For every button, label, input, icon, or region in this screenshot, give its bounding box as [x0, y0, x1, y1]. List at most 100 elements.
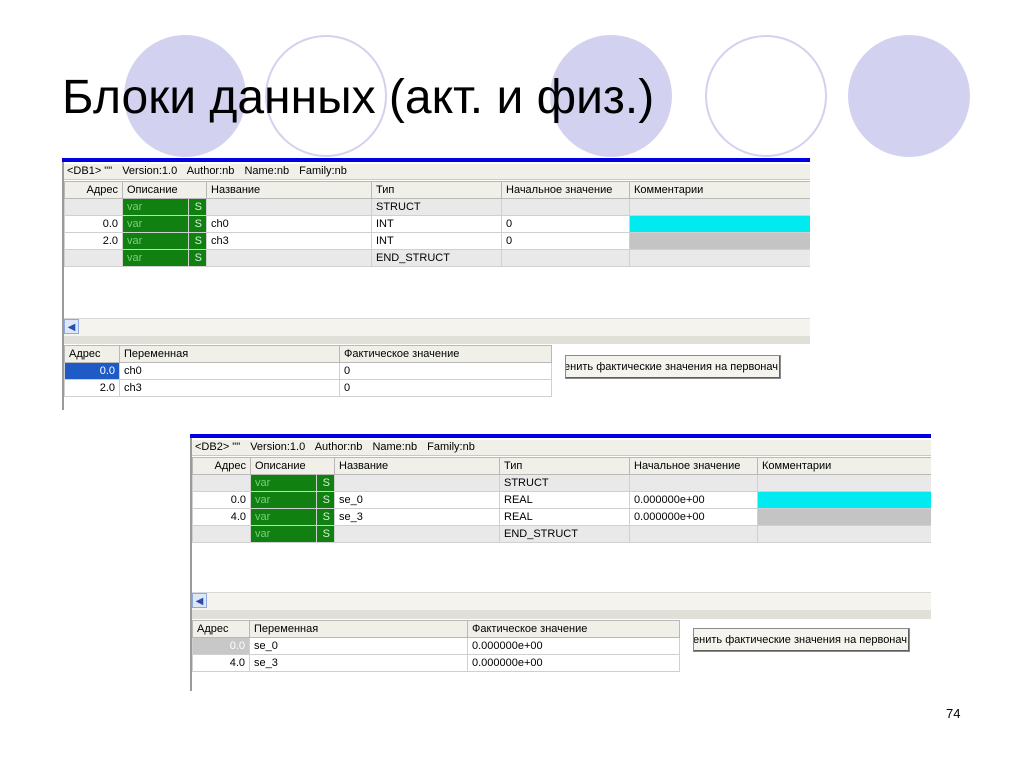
- description-s-cell[interactable]: S: [188, 215, 207, 233]
- actual-value-cell[interactable]: 0.000000e+00: [467, 637, 680, 655]
- table-row[interactable]: 0.0 var S se_0 REAL 0.000000e+00: [192, 491, 931, 509]
- comment-cell[interactable]: [757, 491, 931, 509]
- column-header-type[interactable]: Тип: [499, 457, 630, 475]
- table-row[interactable]: var S END_STRUCT: [64, 249, 810, 267]
- address-cell[interactable]: 2.0: [64, 232, 123, 250]
- name-cell[interactable]: [206, 249, 372, 267]
- actual-value-cell[interactable]: 0: [339, 379, 552, 397]
- comment-cell[interactable]: [629, 232, 810, 250]
- apply-actual-values-button[interactable]: Применить фактические значения на первон…: [693, 628, 910, 652]
- address-cell[interactable]: [192, 525, 251, 543]
- column-header-type[interactable]: Тип: [371, 181, 502, 199]
- column-header-name[interactable]: Название: [206, 181, 372, 199]
- column-header-initial-value[interactable]: Начальное значение: [501, 181, 630, 199]
- address-cell[interactable]: 0.0: [192, 491, 251, 509]
- column-header-initial-value[interactable]: Начальное значение: [629, 457, 758, 475]
- name-cell[interactable]: ch0: [206, 215, 372, 233]
- initial-value-cell[interactable]: [629, 525, 758, 543]
- name-cell[interactable]: ch3: [206, 232, 372, 250]
- type-cell[interactable]: INT: [371, 215, 502, 233]
- table-row[interactable]: 0.0 se_0 0.000000e+00: [192, 637, 680, 655]
- name-cell[interactable]: [206, 198, 372, 216]
- apply-actual-values-button[interactable]: Применить фактические значения на первон…: [565, 355, 781, 379]
- description-var-cell[interactable]: var: [250, 525, 317, 543]
- type-cell[interactable]: STRUCT: [499, 474, 630, 492]
- name-cell[interactable]: [334, 474, 500, 492]
- address-cell[interactable]: 0.0: [64, 215, 123, 233]
- column-header-address[interactable]: Адрес: [192, 457, 251, 475]
- initial-value-cell[interactable]: [501, 198, 630, 216]
- description-s-cell[interactable]: S: [188, 249, 207, 267]
- address-cell[interactable]: 4.0: [192, 508, 251, 526]
- actual-value-cell[interactable]: 0: [339, 362, 552, 380]
- description-var-cell[interactable]: var: [122, 198, 189, 216]
- type-cell[interactable]: INT: [371, 232, 502, 250]
- table-row[interactable]: 4.0 var S se_3 REAL 0.000000e+00: [192, 508, 931, 526]
- initial-value-cell[interactable]: [629, 474, 758, 492]
- description-s-cell[interactable]: S: [188, 198, 207, 216]
- table-row[interactable]: 2.0 var S ch3 INT 0: [64, 232, 810, 250]
- table-row[interactable]: var S STRUCT: [64, 198, 810, 216]
- description-s-cell[interactable]: S: [316, 508, 335, 526]
- column-header-actual-value[interactable]: Фактическое значение: [467, 620, 680, 638]
- variable-cell[interactable]: se_0: [249, 637, 468, 655]
- type-cell[interactable]: END_STRUCT: [499, 525, 630, 543]
- address-cell[interactable]: 4.0: [192, 654, 250, 672]
- initial-value-cell[interactable]: 0.000000e+00: [629, 491, 758, 509]
- column-header-name[interactable]: Название: [334, 457, 500, 475]
- description-s-cell[interactable]: S: [316, 474, 335, 492]
- description-var-cell[interactable]: var: [122, 232, 189, 250]
- table-row[interactable]: 2.0 ch3 0: [64, 379, 552, 397]
- comment-cell[interactable]: [629, 198, 810, 216]
- column-header-variable[interactable]: Переменная: [249, 620, 468, 638]
- column-header-address[interactable]: Адрес: [64, 345, 120, 363]
- db2-horizontal-scrollbar[interactable]: ◀: [192, 592, 931, 610]
- type-cell[interactable]: REAL: [499, 508, 630, 526]
- table-row[interactable]: var S STRUCT: [192, 474, 931, 492]
- variable-cell[interactable]: se_3: [249, 654, 468, 672]
- column-header-address[interactable]: Адрес: [192, 620, 250, 638]
- comment-cell[interactable]: [757, 508, 931, 526]
- type-cell[interactable]: REAL: [499, 491, 630, 509]
- column-header-description[interactable]: Описание: [250, 457, 335, 475]
- comment-cell[interactable]: [629, 215, 810, 233]
- table-row[interactable]: var S END_STRUCT: [192, 525, 931, 543]
- table-row[interactable]: 0.0 ch0 0: [64, 362, 552, 380]
- column-header-description[interactable]: Описание: [122, 181, 207, 199]
- address-cell[interactable]: [64, 198, 123, 216]
- column-header-comments[interactable]: Комментарии: [629, 181, 810, 199]
- address-cell[interactable]: [64, 249, 123, 267]
- actual-value-cell[interactable]: 0.000000e+00: [467, 654, 680, 672]
- description-var-cell[interactable]: var: [250, 491, 317, 509]
- initial-value-cell[interactable]: 0: [501, 232, 630, 250]
- initial-value-cell[interactable]: 0.000000e+00: [629, 508, 758, 526]
- comment-cell[interactable]: [629, 249, 810, 267]
- description-var-cell[interactable]: var: [122, 215, 189, 233]
- column-header-variable[interactable]: Переменная: [119, 345, 340, 363]
- comment-cell[interactable]: [757, 525, 931, 543]
- column-header-actual-value[interactable]: Фактическое значение: [339, 345, 552, 363]
- column-header-address[interactable]: Адрес: [64, 181, 123, 199]
- db2-splitter[interactable]: [192, 610, 931, 619]
- name-cell[interactable]: [334, 525, 500, 543]
- type-cell[interactable]: END_STRUCT: [371, 249, 502, 267]
- db1-horizontal-scrollbar[interactable]: ◀: [64, 318, 810, 336]
- comment-cell[interactable]: [757, 474, 931, 492]
- address-cell[interactable]: [192, 474, 251, 492]
- table-row[interactable]: 0.0 var S ch0 INT 0: [64, 215, 810, 233]
- scroll-left-arrow-icon[interactable]: ◀: [64, 319, 79, 334]
- initial-value-cell[interactable]: [501, 249, 630, 267]
- description-s-cell[interactable]: S: [316, 525, 335, 543]
- column-header-comments[interactable]: Комментарии: [757, 457, 931, 475]
- name-cell[interactable]: se_0: [334, 491, 500, 509]
- description-var-cell[interactable]: var: [250, 474, 317, 492]
- address-cell[interactable]: 0.0: [192, 637, 250, 655]
- name-cell[interactable]: se_3: [334, 508, 500, 526]
- variable-cell[interactable]: ch3: [119, 379, 340, 397]
- address-cell[interactable]: 0.0: [64, 362, 120, 380]
- table-row[interactable]: 4.0 se_3 0.000000e+00: [192, 654, 680, 672]
- initial-value-cell[interactable]: 0: [501, 215, 630, 233]
- variable-cell[interactable]: ch0: [119, 362, 340, 380]
- description-s-cell[interactable]: S: [188, 232, 207, 250]
- description-s-cell[interactable]: S: [316, 491, 335, 509]
